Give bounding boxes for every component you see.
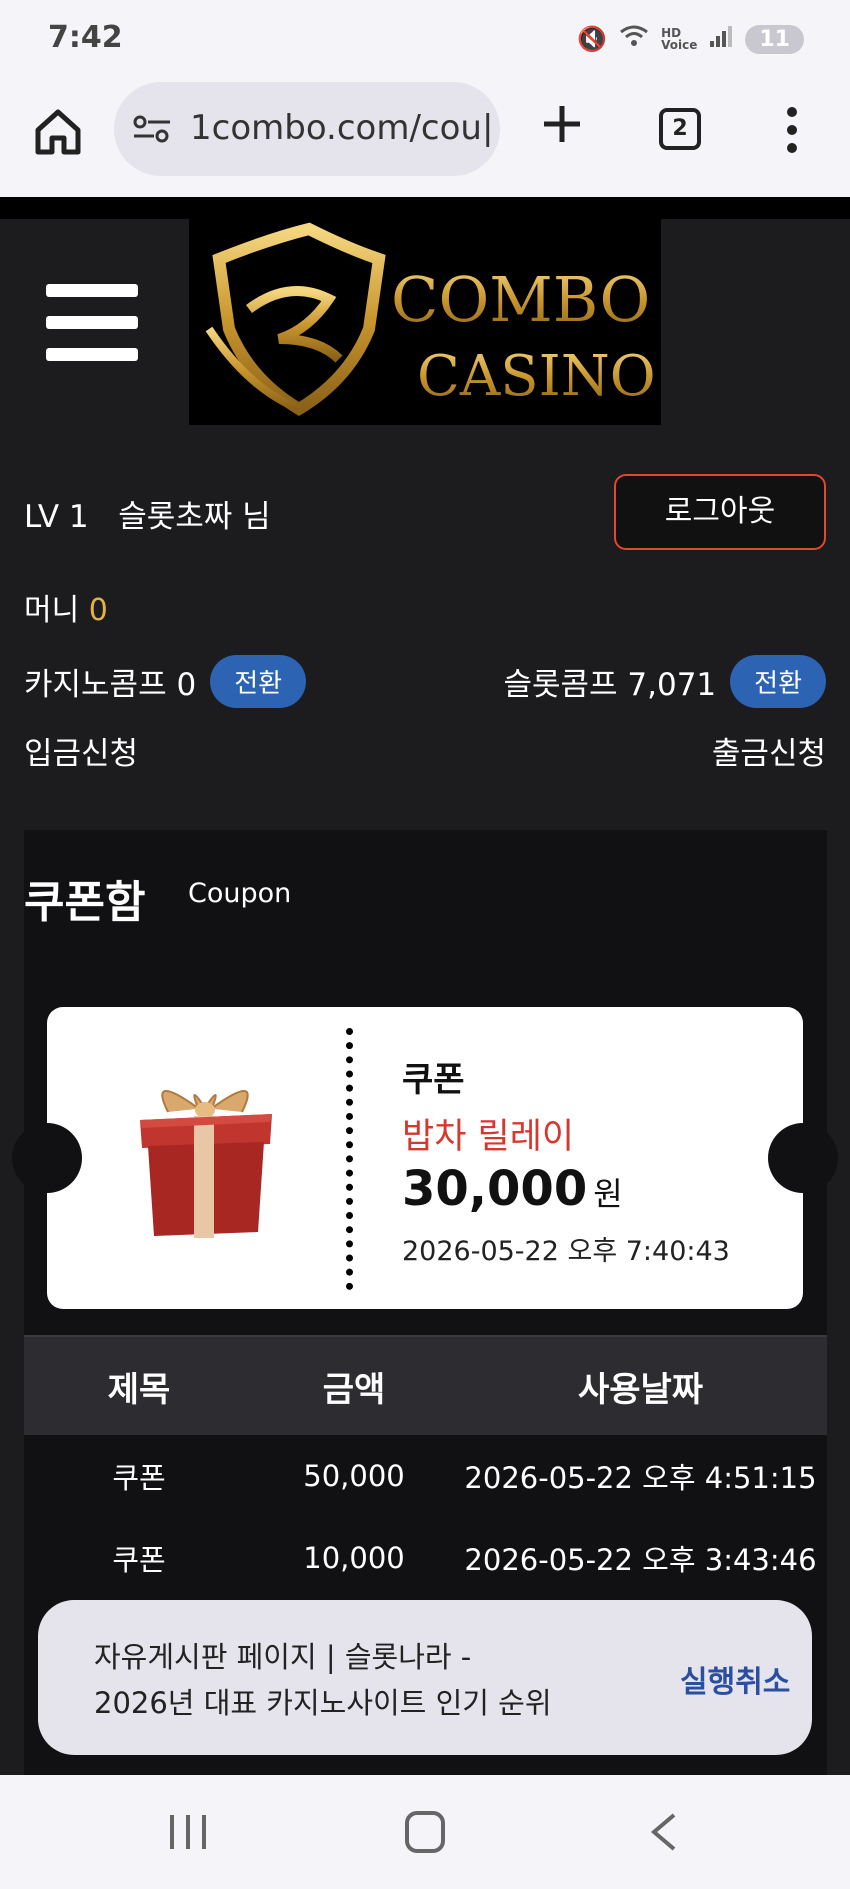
table-row: 쿠폰 10,000 2026-05-22 오후 3:43:46 [24, 1517, 827, 1599]
row-amount: 50,000 [303, 1459, 405, 1493]
table-row: 쿠폰 50,000 2026-05-22 오후 4:51:15 [24, 1435, 827, 1517]
site-settings-icon[interactable] [132, 114, 172, 144]
casino-comp-switch-button[interactable]: 전환 [210, 655, 307, 708]
nav-back-icon[interactable] [650, 1813, 678, 1851]
browser-toolbar: 1combo.com/cou| 2 [0, 80, 850, 197]
row-date: 2026-05-22 오후 3:43:46 [464, 1543, 817, 1577]
logout-button[interactable]: 로그아웃 [614, 474, 826, 550]
ticket-name: 밥차 릴레이 [402, 1117, 575, 1157]
toast-message: 자유게시판 페이지 | 슬롯나라 - 2026년 대표 카지노사이트 인기 순위 [94, 1634, 552, 1726]
user-name: 슬롯초짜 님 [118, 499, 271, 535]
gift-box-icon [128, 1072, 282, 1242]
battery-indicator: 11 [745, 24, 804, 54]
coupon-title: 쿠폰함 [24, 877, 146, 928]
header-amount: 금액 [322, 1369, 386, 1410]
hamburger-menu-icon[interactable] [46, 284, 140, 362]
more-menu-icon[interactable] [780, 102, 804, 158]
url-text: 1combo.com/cou| [190, 108, 494, 148]
casino-comp: 카지노콤프 0 전환 [24, 655, 307, 708]
nav-home-icon[interactable] [405, 1811, 445, 1853]
site-top-strip [0, 197, 850, 219]
row-title: 쿠폰 [112, 1543, 166, 1577]
new-tab-icon[interactable] [538, 100, 586, 148]
coupon-subtitle: Coupon [188, 878, 292, 909]
status-time: 7:42 [48, 20, 123, 55]
signal-icon [709, 25, 733, 53]
toast-line-2: 2026년 대표 카지노사이트 인기 순위 [94, 1686, 552, 1720]
home-icon[interactable] [30, 104, 86, 160]
undo-button[interactable]: 실행취소 [680, 1657, 790, 1701]
ticket-label: 쿠폰 [402, 1060, 465, 1100]
slot-comp-value: 7,071 [627, 667, 717, 703]
status-bar: 7:42 🔇 HD Voice 11 [0, 0, 850, 80]
status-icons: 🔇 HD Voice 11 [577, 24, 804, 54]
slot-comp-switch-button[interactable]: 전환 [730, 655, 826, 708]
svg-text:CASINO: CASINO [417, 344, 656, 409]
money-value: 0 [88, 593, 108, 628]
header-date: 사용날짜 [577, 1369, 704, 1410]
svg-text:COMBO: COMBO [391, 263, 650, 336]
mute-icon: 🔇 [577, 25, 608, 53]
row-date: 2026-05-22 오후 4:51:15 [464, 1461, 817, 1495]
user-level-name: LV 1 슬롯초짜 님 [24, 491, 271, 536]
row-title: 쿠폰 [112, 1461, 166, 1495]
user-level: LV 1 [24, 499, 89, 535]
casino-comp-value: 0 [176, 667, 197, 703]
system-nav-bar [0, 1775, 850, 1889]
slot-comp-label: 슬롯콤프 [503, 667, 618, 703]
combo-casino-logo[interactable]: COMBO CASINO [189, 219, 661, 425]
wifi-icon [619, 24, 649, 54]
ticket-amount-value: 30,000 [402, 1161, 588, 1217]
ticket-amount: 30,000 원 [402, 1161, 623, 1217]
address-bar[interactable]: 1combo.com/cou| [114, 82, 500, 176]
ticket-amount-unit: 원 [593, 1175, 623, 1213]
hd-voice-icon: HD Voice [661, 26, 698, 52]
ticket-perforation [346, 1028, 354, 1290]
casino-comp-label: 카지노콤프 [24, 667, 167, 703]
toast-line-1: 자유게시판 페이지 | 슬롯나라 - [94, 1640, 472, 1674]
table-header: 제목 금액 사용날짜 [24, 1335, 827, 1435]
tab-switcher-button[interactable]: 2 [659, 108, 701, 150]
money-label: 머니 [24, 593, 80, 628]
ticket-notch-left [12, 1123, 82, 1193]
deposit-link[interactable]: 입금신청 [24, 728, 138, 773]
header-title: 제목 [107, 1369, 171, 1410]
toast-snackbar: 자유게시판 페이지 | 슬롯나라 - 2026년 대표 카지노사이트 인기 순위… [38, 1600, 812, 1755]
ticket-date: 2026-05-22 오후 7:40:43 [402, 1236, 730, 1267]
coupon-history-table: 제목 금액 사용날짜 쿠폰 50,000 2026-05-22 오후 4:51:… [24, 1335, 827, 1599]
withdraw-link[interactable]: 출금신청 [712, 728, 826, 773]
money-balance: 머니 0 [24, 585, 108, 629]
recent-apps-icon[interactable] [168, 1813, 208, 1851]
slot-comp: 슬롯콤프 7,071 전환 [503, 655, 826, 708]
row-amount: 10,000 [303, 1541, 405, 1575]
ticket-notch-right [768, 1123, 838, 1193]
